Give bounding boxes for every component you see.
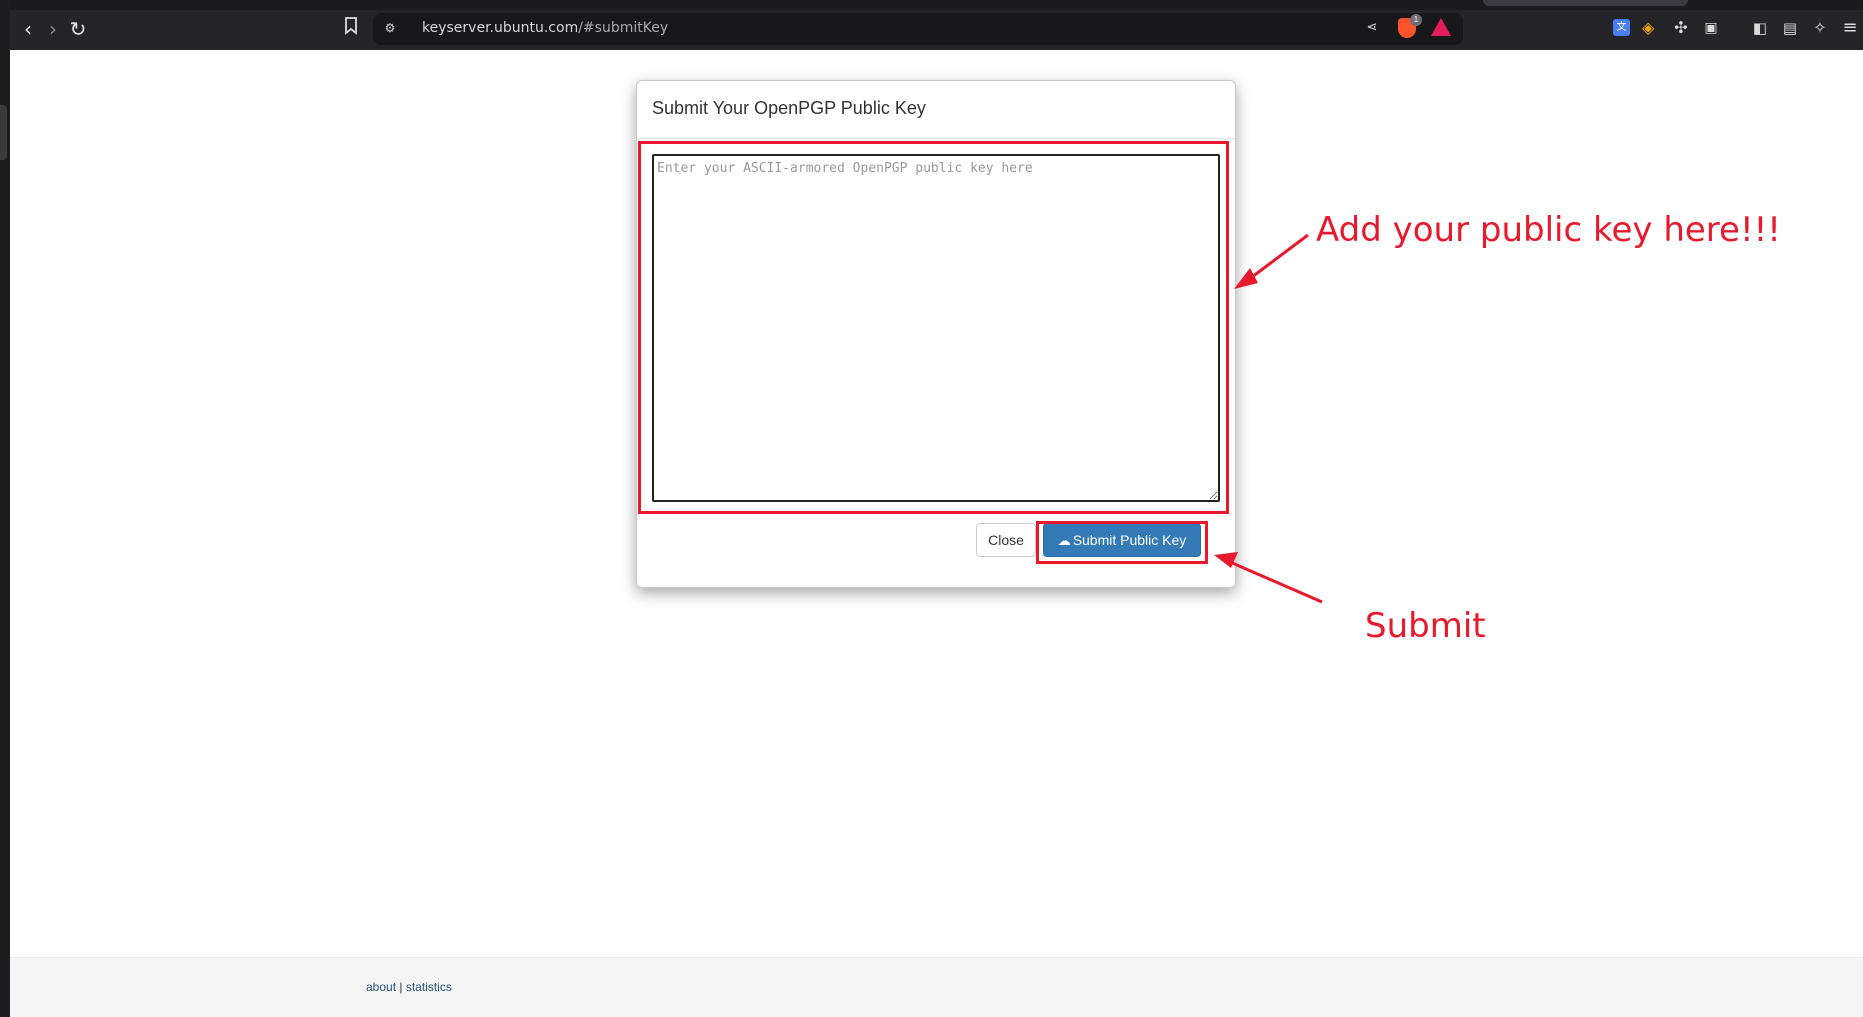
- translate-icon[interactable]: 文: [1613, 19, 1630, 36]
- url-host: keyserver.ubuntu.com: [422, 20, 579, 36]
- wallet-panel-icon[interactable]: ▤: [1779, 17, 1801, 39]
- shield-count-badge: 1: [1410, 14, 1422, 26]
- back-icon[interactable]: ‹: [16, 17, 40, 41]
- reader-mode-icon[interactable]: ▣: [1700, 17, 1722, 39]
- textarea-highlight-box: [638, 141, 1229, 514]
- site-info-icon[interactable]: ⚙: [379, 17, 401, 39]
- bat-triangle-icon[interactable]: [1431, 18, 1451, 36]
- wallet-icon[interactable]: ◈: [1642, 18, 1654, 37]
- submit-highlight-box: [1036, 521, 1208, 564]
- footer-links: about | statistics: [366, 980, 452, 994]
- url-path: /#submitKey: [578, 20, 669, 36]
- puzzle-icon[interactable]: ✣: [1670, 17, 1692, 39]
- submit-hint-annotation: Submit: [1365, 606, 1486, 646]
- leo-ai-icon[interactable]: ✧: [1809, 17, 1831, 39]
- forward-icon[interactable]: ›: [41, 17, 65, 41]
- sidebar-icon[interactable]: ◧: [1749, 17, 1771, 39]
- footer-separator: |: [399, 980, 403, 994]
- hamburger-menu-icon[interactable]: ≡: [1839, 17, 1861, 39]
- url-text[interactable]: keyserver.ubuntu.com/#submitKey: [422, 20, 668, 36]
- modal-title: Submit Your OpenPGP Public Key: [652, 98, 926, 118]
- bookmark-icon[interactable]: [340, 17, 362, 39]
- reload-icon[interactable]: ↻: [66, 17, 90, 41]
- close-button[interactable]: Close: [976, 523, 1036, 557]
- os-dock-strip: [0, 0, 10, 1017]
- page-footer: about | statistics: [10, 957, 1863, 1017]
- active-tab-hint[interactable]: [1483, 0, 1688, 6]
- dock-indicator: [0, 105, 7, 160]
- browser-toolbar: ‹ › ↻ ⚙ keyserver.ubuntu.com/#submitKey …: [10, 0, 1863, 50]
- statistics-link[interactable]: statistics: [406, 980, 452, 994]
- about-link[interactable]: about: [366, 980, 396, 994]
- key-hint-annotation: Add your public key here!!!: [1316, 210, 1781, 250]
- share-icon[interactable]: ⋖: [1361, 17, 1383, 39]
- modal-header: Submit Your OpenPGP Public Key: [637, 81, 1235, 139]
